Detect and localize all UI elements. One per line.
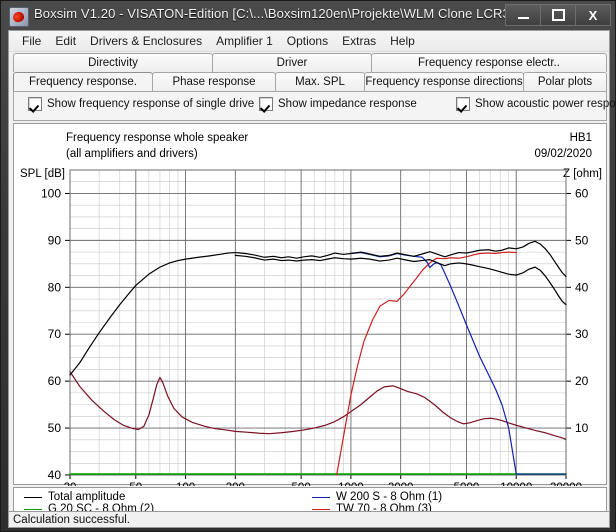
svg-text:90: 90: [48, 233, 62, 247]
tab-max-spl[interactable]: Max. SPL: [275, 72, 365, 91]
tab-frequency-response[interactable]: Frequency response.: [13, 72, 153, 91]
svg-text:2000: 2000: [388, 482, 414, 486]
checkbox-label: Show frequency response of single drive: [47, 98, 255, 110]
svg-text:10000: 10000: [500, 482, 532, 486]
svg-text:50: 50: [48, 421, 62, 435]
tab-frequency-response-electr[interactable]: Frequency response electr..: [371, 53, 607, 72]
menu-bar: File Edit Drivers & Enclosures Amplifier…: [9, 31, 609, 52]
minimize-button[interactable]: [505, 4, 541, 26]
window-controls: X: [505, 4, 611, 26]
menu-item-extras[interactable]: Extras: [335, 33, 383, 49]
tab-frequency-response-directions[interactable]: Frequency response directions: [364, 72, 524, 91]
maximize-button[interactable]: [541, 4, 576, 26]
chart-canvas: 20 50 100 200 500 1000 2000 5000 10000 20000 40 50 6…: [14, 124, 608, 494]
client-area: File Edit Drivers & Enclosures Amplifier…: [8, 30, 616, 527]
status-message: Calculation successful.: [13, 513, 130, 526]
svg-text:40: 40: [575, 280, 589, 294]
legend-swatch: [24, 496, 42, 498]
svg-text:100: 100: [176, 482, 195, 486]
checkbox-checked-icon: [28, 97, 42, 111]
svg-text:5000: 5000: [454, 482, 480, 486]
frequency-response-chart: Frequency response whole speaker (all am…: [13, 123, 608, 494]
svg-text:200: 200: [226, 482, 245, 486]
tab-row-upper: Directivity Driver Frequency response el…: [13, 53, 607, 72]
menu-item-file[interactable]: File: [15, 33, 48, 49]
tab-polar-plots[interactable]: Polar plots: [523, 72, 607, 91]
svg-text:20: 20: [575, 374, 589, 388]
tab-control: Directivity Driver Frequency response el…: [13, 53, 616, 121]
menu-item-drivers-enclosures[interactable]: Drivers & Enclosures: [83, 33, 209, 49]
checkbox-checked-icon: [456, 97, 470, 111]
svg-text:50: 50: [575, 233, 589, 247]
tab-panel-options: Show frequency response of single drive …: [13, 91, 616, 121]
svg-text:70: 70: [48, 327, 62, 341]
svg-text:60: 60: [48, 374, 62, 388]
checkbox-label: Show acoustic power respon: [475, 98, 616, 110]
checkbox-show-single-driver-response[interactable]: Show frequency response of single drive: [28, 97, 254, 111]
tab-directivity[interactable]: Directivity: [13, 53, 213, 72]
menu-item-edit[interactable]: Edit: [48, 33, 83, 49]
svg-text:20000: 20000: [550, 482, 582, 486]
svg-text:80: 80: [48, 280, 62, 294]
menu-item-help[interactable]: Help: [383, 33, 422, 49]
app-icon: [9, 7, 29, 27]
svg-text:500: 500: [292, 482, 311, 486]
legend-swatch: [312, 496, 330, 498]
option-checkbox-row: Show frequency response of single drive …: [14, 92, 616, 120]
checkbox-show-impedance-response[interactable]: Show impedance response: [259, 97, 417, 111]
legend-swatch: [312, 508, 330, 510]
legend-label: W 200 S - 8 Ohm (1): [336, 491, 443, 503]
close-icon: X: [588, 7, 598, 23]
tab-row-lower: Frequency response. Phase response Max. …: [13, 72, 607, 91]
svg-text:100: 100: [41, 186, 61, 200]
legend-swatch: [24, 508, 42, 510]
title-bar: Boxsim V1.20 - VISATON-Edition [C:\...\B…: [1, 1, 616, 31]
close-button[interactable]: X: [576, 4, 611, 26]
svg-text:30: 30: [575, 327, 589, 341]
window-title: Boxsim V1.20 - VISATON-Edition [C:\...\B…: [34, 6, 542, 21]
legend-item-total-amplitude: Total amplitude: [24, 491, 125, 503]
legend-label: Total amplitude: [48, 491, 126, 503]
application-window: Boxsim V1.20 - VISATON-Edition [C:\...\B…: [0, 0, 616, 532]
svg-text:50: 50: [129, 482, 142, 486]
checkbox-show-acoustic-power-response[interactable]: Show acoustic power respon: [456, 97, 616, 111]
tab-driver[interactable]: Driver: [212, 53, 372, 72]
svg-text:20: 20: [64, 482, 77, 486]
legend-item-w200s: W 200 S - 8 Ohm (1): [312, 491, 442, 503]
tab-phase-response[interactable]: Phase response: [152, 72, 276, 91]
svg-text:1000: 1000: [338, 482, 364, 486]
svg-text:40: 40: [48, 468, 62, 482]
status-bar: Calculation successful.: [8, 511, 610, 528]
menu-item-amplifier-1[interactable]: Amplifier 1: [209, 33, 280, 49]
checkbox-checked-icon: [259, 97, 273, 111]
menu-item-options[interactable]: Options: [280, 33, 335, 49]
chart-svg: 20 50 100 200 500 1000 2000 5000 10000 20000 40 50 6…: [41, 169, 589, 494]
checkbox-label: Show impedance response: [278, 98, 417, 110]
svg-text:60: 60: [575, 186, 589, 200]
svg-text:10: 10: [575, 421, 589, 435]
